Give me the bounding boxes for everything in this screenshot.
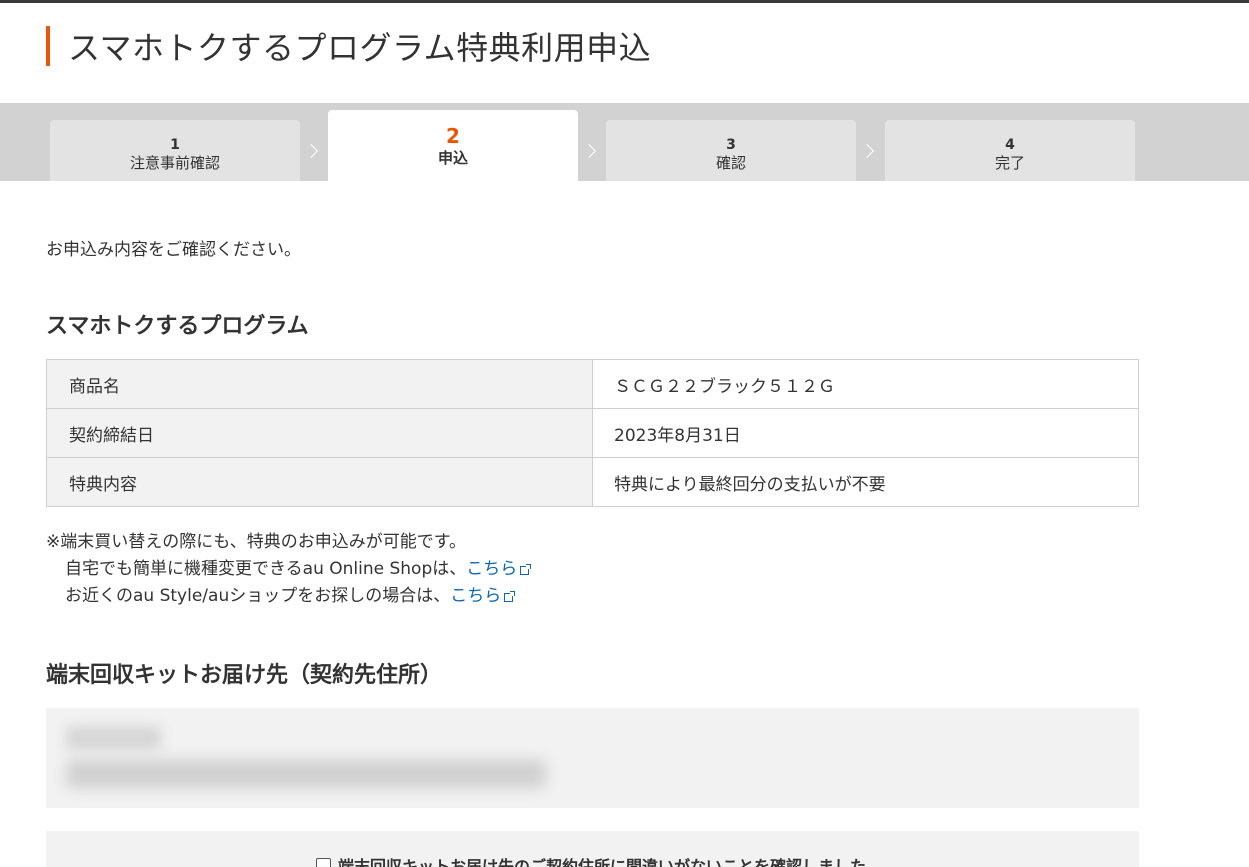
step-label: 完了 <box>994 153 1025 172</box>
step-number: 3 <box>726 136 736 153</box>
confirm-box: 端末回収キットお届け先のご契約住所に間違いがないことを確認しました <box>46 831 1139 867</box>
notes-block: ※端末買い替えの際にも、特典のお申込みが可能です。 自宅でも簡単に機種変更できる… <box>46 529 532 610</box>
row-value: 特典により最終回分の支払いが不要 <box>592 457 1139 507</box>
link-label[interactable]: こちら <box>466 559 517 579</box>
step-progress-bar: 1 注意事前確認 2 申込 3 確認 4 完了 <box>0 103 1249 181</box>
top-border <box>0 0 1249 3</box>
step-number: 4 <box>1005 136 1015 153</box>
external-link-icon <box>504 591 516 602</box>
note-online-shop: 自宅でも簡単に機種変更できるau Online Shopは、こちら <box>46 556 532 583</box>
step-label: 注意事前確認 <box>129 153 220 172</box>
table-row: 契約締結日 2023年8月31日 <box>46 408 1139 458</box>
redacted-address <box>66 760 546 788</box>
online-shop-link[interactable]: こちら <box>466 559 532 579</box>
row-value: ＳＣＧ２２ブラック５１２Ｇ <box>592 359 1139 409</box>
address-box <box>46 708 1139 808</box>
table-row: 商品名 ＳＣＧ２２ブラック５１２Ｇ <box>46 359 1139 409</box>
table-row: 特典内容 特典により最終回分の支払いが不要 <box>46 457 1139 507</box>
page-header: スマホトクするプログラム特典利用申込 <box>46 26 652 67</box>
row-label: 商品名 <box>46 359 593 409</box>
redacted-name <box>66 726 161 750</box>
step-label: 確認 <box>715 153 746 172</box>
confirm-address-checkbox-label[interactable]: 端末回収キットお届け先のご契約住所に間違いがないことを確認しました <box>316 853 866 867</box>
title-accent-bar <box>46 26 50 66</box>
address-section-title: 端末回収キットお届け先（契約先住所） <box>46 663 443 688</box>
step-1: 1 注意事前確認 <box>50 120 300 181</box>
step-3: 3 確認 <box>606 120 856 181</box>
note-text: 自宅でも簡単に機種変更できるau Online Shopは、 <box>65 559 467 579</box>
step-number: 2 <box>446 123 460 148</box>
page-title: スマホトクするプログラム特典利用申込 <box>68 29 652 67</box>
row-value: 2023年8月31日 <box>592 408 1139 458</box>
program-details-table: 商品名 ＳＣＧ２２ブラック５１２Ｇ 契約締結日 2023年8月31日 特典内容 … <box>46 359 1139 507</box>
link-label[interactable]: こちら <box>450 586 501 606</box>
confirm-label-text[interactable]: 端末回収キットお届け先のご契約住所に間違いがないことを確認しました <box>338 853 866 867</box>
step-label: 申込 <box>437 148 468 167</box>
step-4: 4 完了 <box>885 120 1135 181</box>
note-text: お近くのau Style/auショップをお探しの場合は、 <box>65 586 451 606</box>
row-label: 特典内容 <box>46 457 593 507</box>
external-link-icon <box>520 564 532 575</box>
shop-search-link[interactable]: こちら <box>450 586 516 606</box>
row-label: 契約締結日 <box>46 408 593 458</box>
note-shop-search: お近くのau Style/auショップをお探しの場合は、こちら <box>46 583 529 610</box>
step-number: 1 <box>170 136 180 153</box>
note-text: ※端末買い替えの際にも、特典のお申込みが可能です。 <box>46 532 467 552</box>
intro-text: お申込み内容をご確認ください。 <box>46 240 301 260</box>
confirm-address-checkbox[interactable] <box>316 857 331 867</box>
step-2-current: 2 申込 <box>328 110 578 181</box>
program-section-title: スマホトクするプログラム <box>46 314 309 339</box>
